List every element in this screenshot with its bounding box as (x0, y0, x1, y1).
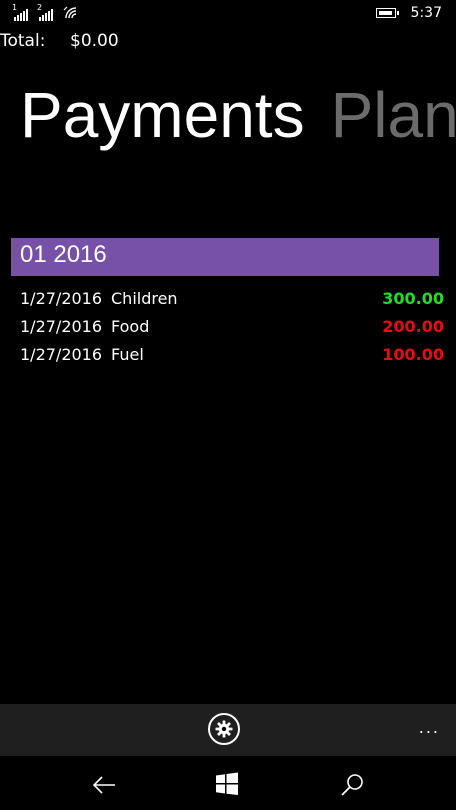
navigation-bar (0, 756, 456, 810)
sim1-label: 1 (12, 3, 18, 12)
payment-amount: 200.00 (382, 317, 444, 336)
search-icon[interactable] (339, 772, 365, 798)
wifi-icon (62, 4, 80, 24)
signal-sim2-icon: 2 (37, 3, 55, 25)
group-header-label: 01 2016 (20, 241, 107, 268)
status-bar: 1 2 5:37 (0, 0, 456, 28)
payment-category: Fuel (111, 345, 144, 364)
payment-date: 1/27/2016 (20, 345, 103, 364)
payment-row[interactable]: 1/27/2016 Fuel 100.00 (0, 341, 456, 369)
total-label: Total: (0, 31, 46, 51)
payment-category: Children (111, 289, 178, 308)
settings-button[interactable] (208, 713, 240, 745)
payment-date: 1/27/2016 (20, 289, 103, 308)
pivot-header: Payments Plans (20, 70, 456, 160)
sim2-label: 2 (37, 3, 43, 12)
windows-icon[interactable] (215, 772, 241, 798)
payment-amount: 300.00 (382, 289, 444, 308)
payment-row[interactable]: 1/27/2016 Children 300.00 (0, 285, 456, 313)
total-value: $0.00 (70, 31, 119, 51)
payment-amount: 100.00 (382, 345, 444, 364)
back-icon[interactable] (91, 772, 117, 798)
gear-icon (215, 720, 233, 738)
app-bar: ... (0, 704, 456, 756)
clock: 5:37 (410, 5, 442, 21)
signal-sim1-icon: 1 (12, 3, 30, 25)
payment-category: Food (111, 317, 150, 336)
payment-date: 1/27/2016 (20, 317, 103, 336)
battery-icon (376, 8, 399, 18)
tab-payments[interactable]: Payments (20, 70, 305, 160)
group-header[interactable]: 01 2016 (11, 238, 439, 276)
payment-list: 1/27/2016 Children 300.00 1/27/2016 Food… (0, 285, 456, 369)
more-button[interactable]: ... (419, 718, 440, 737)
payment-row[interactable]: 1/27/2016 Food 200.00 (0, 313, 456, 341)
tab-plans[interactable]: Plans (331, 70, 456, 160)
